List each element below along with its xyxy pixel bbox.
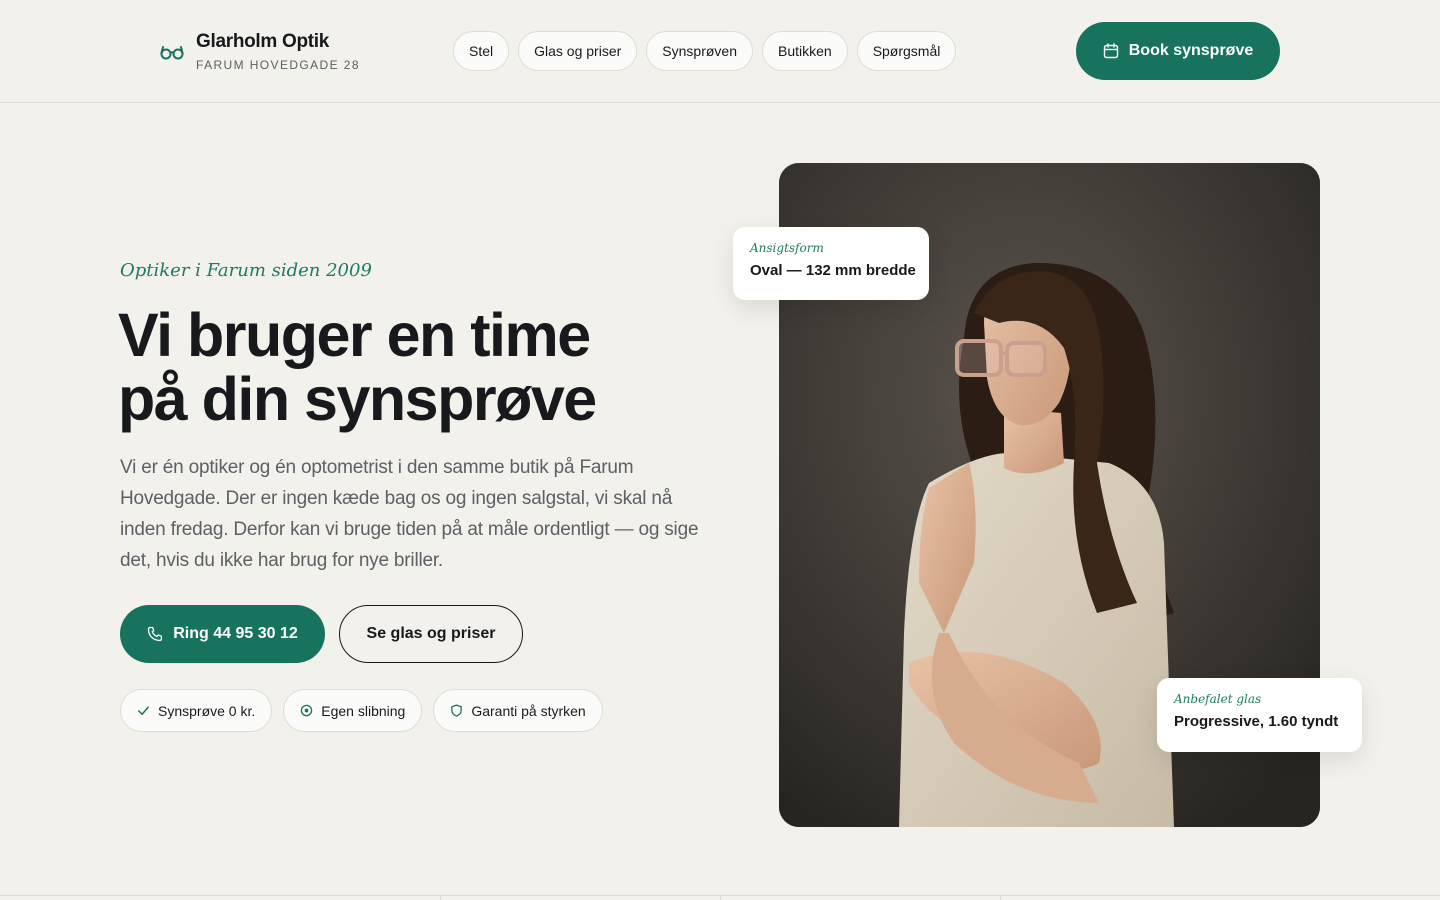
target-icon (301, 704, 313, 717)
glasses-icon (160, 46, 184, 60)
badge-strength-guarantee: Garanti på styrken (433, 689, 603, 732)
nav-item-glas-og-priser[interactable]: Glas og priser (518, 31, 638, 71)
check-icon (138, 706, 149, 715)
call-button[interactable]: Ring 44 95 30 12 (120, 605, 325, 663)
face-shape-value: Oval — 132 mm bredde (750, 262, 916, 279)
recommended-lens-value: Progressive, 1.60 tyndt (1174, 713, 1339, 730)
hero-cta-row: Ring 44 95 30 12 Se glas og priser (120, 605, 523, 663)
brand-name: Glarholm Optik (196, 31, 330, 52)
nav-item-synsproeven[interactable]: Synsprøven (646, 31, 753, 71)
brand-address: FARUM HOVEDGADE 28 (196, 58, 360, 72)
site-header: Glarholm Optik FARUM HOVEDGADE 28 Stel G… (0, 0, 1440, 103)
hero-headline: Vi bruger en time på din synsprøve (118, 303, 738, 431)
face-shape-label: Ansigtsform (750, 241, 824, 255)
badge-own-grinding: Egen slibning (283, 689, 423, 732)
book-button[interactable]: Book synsprøve (1076, 22, 1280, 80)
badge-label: Egen slibning (321, 702, 406, 719)
see-prices-button[interactable]: Se glas og priser (339, 605, 523, 663)
shield-icon (451, 704, 463, 717)
face-shape-card: Ansigtsform Oval — 132 mm bredde (733, 227, 929, 300)
hero-eyebrow: Optiker i Farum siden 2009 (120, 260, 372, 281)
hero-headline-line2: på din synsprøve (118, 365, 597, 433)
divider-tick (1000, 895, 1001, 900)
recommended-lens-label: Anbefalet glas (1174, 692, 1262, 706)
trust-badges: Synsprøve 0 kr. Egen slibning Garanti på… (120, 689, 603, 732)
divider-tick (440, 895, 441, 900)
main-nav: Stel Glas og priser Synsprøven Butikken … (453, 31, 957, 71)
divider-tick (720, 895, 721, 900)
brand[interactable]: Glarholm Optik FARUM HOVEDGADE 28 (160, 30, 360, 72)
hero-headline-line1: Vi bruger en time (118, 301, 591, 369)
nav-item-butikken[interactable]: Butikken (761, 31, 848, 71)
call-button-label: Ring 44 95 30 12 (173, 625, 298, 642)
badge-free-eye-test: Synsprøve 0 kr. (120, 689, 273, 732)
badge-label: Synsprøve 0 kr. (158, 702, 256, 719)
recommended-lens-card: Anbefalet glas Progressive, 1.60 tyndt (1157, 678, 1362, 752)
badge-label: Garanti på styrken (471, 702, 586, 719)
hero-lead: Vi er én optiker og én optometrist i den… (120, 457, 699, 571)
nav-item-spoergsmaal[interactable]: Spørgsmål (856, 31, 957, 71)
calendar-icon (1103, 43, 1118, 59)
phone-icon (148, 626, 163, 642)
book-button-label: Book synsprøve (1128, 42, 1254, 59)
nav-item-stel[interactable]: Stel (453, 31, 510, 71)
